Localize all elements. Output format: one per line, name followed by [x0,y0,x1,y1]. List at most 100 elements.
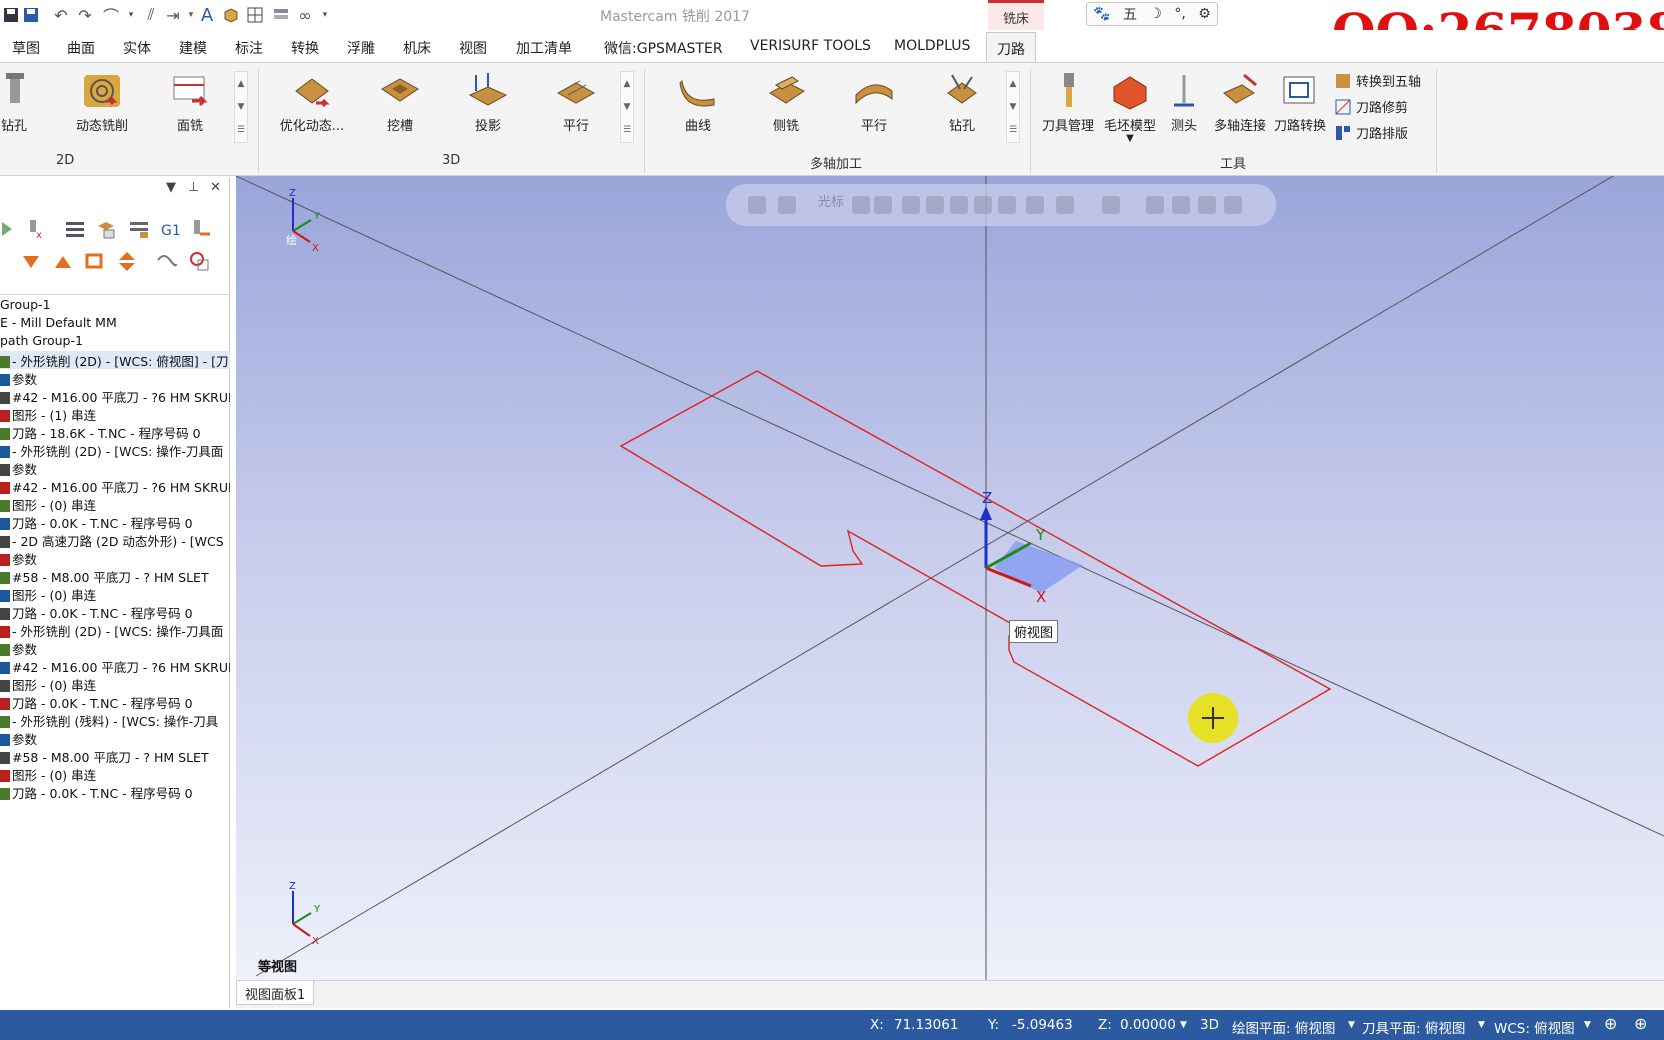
tree-item[interactable]: #42 - M16.00 平底刀 - ?6 HM SKRUB [0,657,230,675]
project-3d-button[interactable]: 投影 [448,71,528,134]
arc-icon[interactable]: ⌒ [100,4,122,26]
close-icon[interactable]: ✕ [210,180,221,195]
parallel-multiaxis-button[interactable]: 平行 [834,71,914,134]
tree-item[interactable]: E - Mill Default MM [0,315,230,333]
panel-dropdown-icon[interactable]: ▼ [166,180,176,195]
text-icon[interactable]: A [196,4,218,26]
tree-item[interactable]: 刀路 - 0.0K - T.NC - 程序号码 0 [0,513,230,531]
select-feature-icon[interactable] [1026,196,1044,214]
layers-icon[interactable] [270,4,292,26]
nesting-button[interactable]: 刀路排版 [1334,123,1408,142]
window-select-icon[interactable] [1102,196,1120,214]
tree-item[interactable]: 刀路 - 0.0K - T.NC - 程序号码 0 [0,603,230,621]
ime-paw-icon[interactable]: 🐾 [1093,6,1110,22]
select-loop-icon[interactable] [998,196,1016,214]
customize-qat-icon[interactable]: ▾ [314,4,336,26]
select-solid-icon[interactable] [926,196,944,214]
delete-toolpath-icon[interactable]: x [24,218,46,240]
tab-machining-list[interactable]: 加工清单 [516,38,572,58]
tree-item[interactable]: #42 - M16.00 平底刀 - ?6 HM SKRUB [0,477,230,495]
tree-item[interactable]: 刀路 - 0.0K - T.NC - 程序号码 0 [0,783,230,801]
tab-viewsheet-1[interactable]: 视图面板1 [236,981,315,1005]
tree-item[interactable]: 图形 - (0) 串连 [0,585,230,603]
group-multiaxis-scroll[interactable]: ▲ ▼ ☰ [1006,71,1020,143]
dropdown-arrow-icon[interactable]: ▾ [120,4,142,26]
tab-model[interactable]: 建模 [179,38,207,58]
tree-item[interactable]: Group-1 [0,297,230,315]
select-body-icon[interactable] [974,196,992,214]
group-3d-scroll[interactable]: ▲ ▼ ☰ [620,71,634,143]
convert-5axis-button[interactable]: 转换到五轴 [1334,71,1421,90]
construction-plane[interactable]: 绘图平面: 俯视图 [1232,1017,1335,1037]
tab-view[interactable]: 视图 [459,38,487,58]
select-arrow-icon[interactable] [902,196,920,214]
parallel-3d-button[interactable]: 平行 [536,71,616,134]
tree-item[interactable]: - 外形铣削 (残料) - [WCS: 操作-刀具 [0,711,230,729]
verify-selection-icon[interactable] [1146,196,1164,214]
play-icon[interactable] [0,218,22,240]
tree-item[interactable]: #42 - M16.00 平底刀 - ?6 HM SKRUB [0,387,230,405]
tree-item[interactable]: 图形 - (0) 串连 [0,675,230,693]
drill-multiaxis-button[interactable]: 钻孔 [922,71,1002,134]
y-coord-value[interactable]: -5.09463 [1012,1017,1073,1033]
tree-item[interactable]: 参数 [0,369,230,387]
toggle-display-icon[interactable] [156,250,178,272]
curve-multiaxis-button[interactable]: 曲线 [658,71,738,134]
select-mode-icon[interactable] [1056,196,1074,214]
tab-sketch[interactable]: 草图 [12,38,40,58]
tab-solid[interactable]: 实体 [123,38,151,58]
x-coord-value[interactable]: 71.13061 [894,1017,958,1033]
undo-selection-icon[interactable] [1224,196,1242,214]
mode-3d-toggle[interactable]: 3D [1200,1017,1219,1033]
tab-toolpaths[interactable]: 刀路 [986,32,1036,62]
toolpath-transform-button[interactable]: 刀路转换 [1258,71,1342,134]
tree-item[interactable]: 参数 [0,639,230,657]
wcs-indicator[interactable]: WCS: 俯视图 [1494,1017,1575,1037]
verify-icon[interactable] [96,218,118,240]
lock-icon[interactable] [748,196,766,214]
line-icon[interactable]: ⫽ [140,4,162,26]
opti-dynamic-button[interactable]: 优化动态... [272,71,352,134]
face-mill-button[interactable]: 面铣 [150,71,230,134]
stock-model-dropdown-icon[interactable]: ▼ [1088,134,1172,144]
save-icon[interactable] [0,4,22,26]
settings-icon[interactable] [874,196,892,214]
move-down-icon[interactable] [20,250,42,272]
tool-plane-dropdown-icon[interactable]: ▼ [1478,1020,1485,1030]
tree-item[interactable]: - 外形铣削 (2D) - [WCS: 俯视图] - [刀 [0,351,230,369]
globe-settings-icon[interactable]: ⊕ [1634,1014,1647,1033]
tree-item[interactable]: - 外形铣削 (2D) - [WCS: 操作-刀具面 [0,621,230,639]
z-coord-value[interactable]: 0.00000 [1120,1017,1176,1033]
clear-selection-icon[interactable] [1198,196,1216,214]
tree-item[interactable]: 图形 - (0) 串连 [0,765,230,783]
tree-item[interactable]: 刀路 - 0.0K - T.NC - 程序号码 0 [0,693,230,711]
ime-punct-icon[interactable]: °, [1174,6,1185,22]
tree-item[interactable]: 参数 [0,459,230,477]
tool-plane[interactable]: 刀具平面: 俯视图 [1362,1017,1465,1037]
tree-item[interactable]: 参数 [0,729,230,747]
ime-settings-icon[interactable]: ⚙ [1198,6,1211,22]
tree-item[interactable]: - 外形铣削 (2D) - [WCS: 操作-刀具面 [0,441,230,459]
tab-machine[interactable]: 机床 [403,38,431,58]
lock-selected-icon[interactable] [188,250,210,272]
group-2d-scroll[interactable]: ▲ ▼ ☰ [234,71,248,143]
tree-item[interactable]: 刀路 - 18.6K - T.NC - 程序号码 0 [0,423,230,441]
z-dropdown-icon[interactable]: ▼ [1180,1020,1187,1030]
swarf-button[interactable]: 侧铣 [746,71,826,134]
tree-item[interactable]: - 2D 高速刀路 (2D 动态外形) - [WCS [0,531,230,549]
graphics-viewport[interactable]: Z Y X Z Y X 绘 Z Y X 光标 俯视图 等视图 [236,176,1664,980]
wcs-dropdown-icon[interactable]: ▼ [1584,1020,1591,1030]
expand-collapse-icon[interactable] [116,250,138,272]
tab-verisurf[interactable]: VERISURF TOOLS [750,38,871,54]
redo-icon[interactable]: ↷ [74,4,96,26]
move-up-icon[interactable] [52,250,74,272]
select-face-icon[interactable] [950,196,968,214]
tree-item[interactable]: 图形 - (1) 串连 [0,405,230,423]
solid-box-icon[interactable] [220,4,242,26]
tree-item[interactable]: 图形 - (0) 串连 [0,495,230,513]
chain-icon[interactable]: ∞ [294,4,316,26]
tree-item[interactable]: path Group-1 [0,333,230,351]
drill-2d-button[interactable]: 钻孔 [0,71,54,134]
tab-surface[interactable]: 曲面 [67,38,95,58]
context-tab-mill[interactable]: 铣床 [988,0,1044,30]
